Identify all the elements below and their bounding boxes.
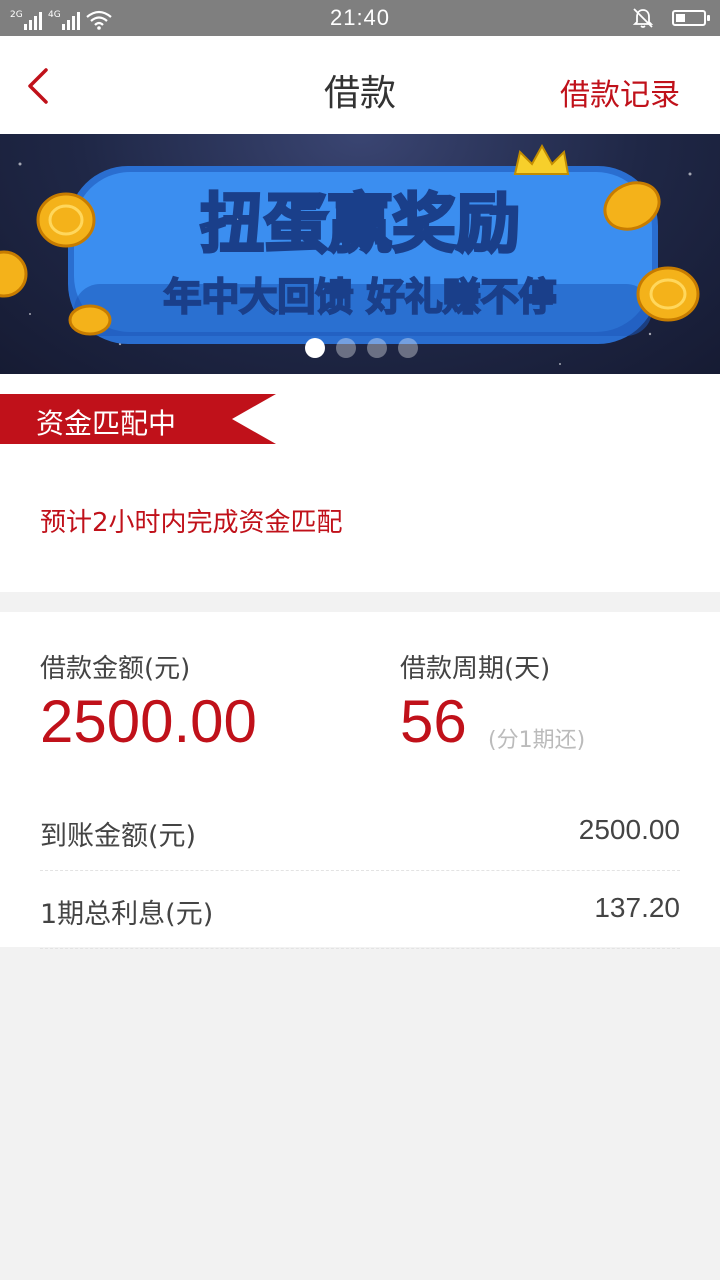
battery-icon xyxy=(672,10,710,26)
matching-note: 预计2小时内完成资金匹配 xyxy=(40,508,343,538)
total-interest-value: 137.20 xyxy=(594,892,680,923)
loan-details: 借款金额(元) 2500.00 借款周期(天) 56 (分1期还) 到账金额(元… xyxy=(0,612,720,949)
received-amount-label: 到账金额(元) xyxy=(40,821,197,852)
page-dot[interactable] xyxy=(367,338,387,358)
nav-bar: 借款 借款记录 xyxy=(0,36,720,134)
page-dot[interactable] xyxy=(305,338,325,358)
status-time: 21:40 xyxy=(329,5,391,30)
total-interest-label: 1期总利息(元) xyxy=(40,899,214,930)
status-bar: 2G 4G 21:40 xyxy=(0,0,720,36)
period-value: 56 xyxy=(400,688,467,755)
amount-label: 借款金额(元) xyxy=(40,654,191,684)
detail-row: 1期总利息(元) 137.20 xyxy=(40,870,680,949)
page-dot[interactable] xyxy=(398,338,418,358)
period-note: (分1期还) xyxy=(488,728,586,753)
status-ribbon-label: 资金匹配中 xyxy=(36,407,177,440)
status-ribbon: 资金匹配中 xyxy=(0,394,276,444)
mute-bell-icon xyxy=(632,8,654,28)
banner-subline: 年中大回馈 好礼赚不停 xyxy=(163,275,556,319)
banner-pagination xyxy=(305,338,418,358)
loan-record-link[interactable]: 借款记录 xyxy=(560,70,680,114)
promo-banner[interactable]: 扭蛋赢奖励 年中大回馈 好礼赚不停 xyxy=(0,134,720,374)
banner-headline: 扭蛋赢奖励 xyxy=(200,188,520,262)
received-amount-value: 2500.00 xyxy=(578,814,680,845)
matching-section: 资金匹配中 预计2小时内完成资金匹配 xyxy=(0,374,720,592)
amount-value: 2500.00 xyxy=(40,688,257,755)
period-label: 借款周期(天) xyxy=(400,654,551,684)
detail-row: 到账金额(元) 2500.00 xyxy=(40,792,680,871)
page-dot[interactable] xyxy=(336,338,356,358)
